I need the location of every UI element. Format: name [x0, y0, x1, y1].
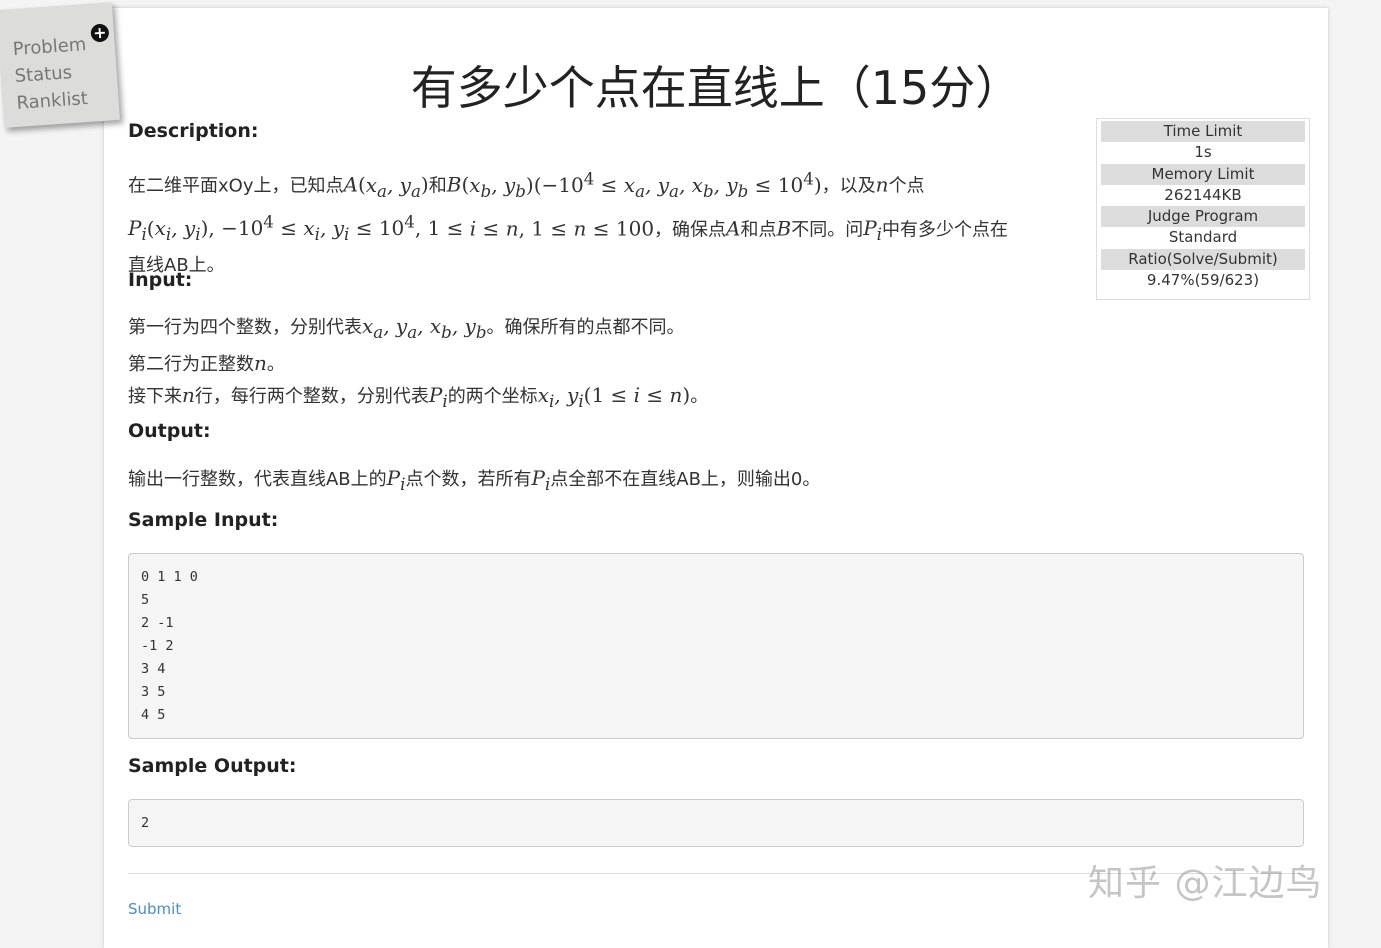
time-limit-value: 1s	[1194, 143, 1212, 162]
description-line-2: Pi(xi, yi), −104 ≤ xi, yi ≤ 104, 1 ≤ i ≤…	[128, 212, 1008, 245]
input-line-2: 第二行为正整数n。	[128, 351, 285, 375]
sample-input-line: 3 4	[141, 661, 166, 677]
description-text: 在二维平面xOy上，已知点A(xa, ya)和B(xb, yb)(−104 ≤ …	[128, 163, 1088, 281]
ratio-value: 9.47%(59/623)	[1146, 271, 1260, 290]
input-line-1: 第一行为四个整数，分别代表xa, ya, xb, yb。确保所有的点都不同。	[128, 314, 685, 342]
sample-input-line: -1 2	[141, 638, 174, 654]
sample-input-heading: Sample Input:	[128, 509, 279, 531]
nav-problem-link[interactable]: Problem	[12, 34, 87, 60]
input-line-3: 接下来n行，每行两个整数，分别代表Pi的两个坐标xi, yi(1 ≤ i ≤ n…	[128, 383, 709, 411]
input-text: 第一行为四个整数，分别代表xa, ya, xb, yb。确保所有的点都不同。 第…	[128, 311, 1088, 417]
output-text: 输出一行整数，代表直线AB上的Pi点个数，若所有Pi点全部不在直线AB上，则输出…	[128, 463, 1228, 500]
nav-status-link[interactable]: Status	[14, 62, 73, 87]
sample-input-line: 0 1 1 0	[141, 569, 198, 585]
sample-output-heading: Sample Output:	[128, 755, 297, 777]
description-line-3: 直线AB上。	[128, 255, 225, 277]
output-line: 输出一行整数，代表直线AB上的Pi点个数，若所有Pi点全部不在直线AB上，则输出…	[128, 466, 821, 494]
sample-input-line: 5	[141, 592, 150, 608]
submit-link[interactable]: Submit	[128, 900, 181, 918]
input-heading: Input:	[128, 269, 193, 291]
output-heading: Output:	[128, 420, 211, 442]
limits-table: Time Limit 1s Memory Limit 262144KB Judg…	[1096, 118, 1310, 300]
judge-program-value: Standard	[1168, 228, 1238, 247]
description-line-1: 在二维平面xOy上，已知点A(xa, ya)和B(xb, yb)(−104 ≤ …	[128, 169, 925, 201]
nav-sticky-note: Problem Status Ranklist +	[0, 2, 120, 128]
sample-input-line: 3 5	[141, 684, 166, 700]
plus-icon[interactable]: +	[90, 23, 110, 43]
memory-limit-value: 262144KB	[1164, 185, 1242, 204]
sample-input-line: 4 5	[141, 707, 166, 723]
ratio-label: Ratio(Solve/Submit)	[1101, 248, 1305, 271]
memory-limit-label: Memory Limit	[1101, 163, 1305, 185]
judge-program-label: Judge Program	[1101, 206, 1305, 228]
sample-input-line: 2 -1	[141, 615, 174, 631]
description-heading: Description:	[128, 120, 259, 142]
time-limit-label: Time Limit	[1101, 121, 1305, 143]
nav-ranklist-link[interactable]: Ranklist	[16, 88, 89, 114]
page-title: 有多少个点在直线上（15分）	[410, 61, 1022, 115]
sample-output-box: 2	[128, 799, 1304, 847]
sample-output-line: 2	[141, 815, 150, 831]
sample-input-box: 0 1 1 0 5 2 -1 -1 2 3 4 3 5 4 5	[128, 553, 1304, 739]
problem-page: 有多少个点在直线上（15分） Time Limit 1s Memory Limi…	[104, 8, 1328, 948]
watermark: 知乎 @江边鸟	[1088, 863, 1323, 904]
